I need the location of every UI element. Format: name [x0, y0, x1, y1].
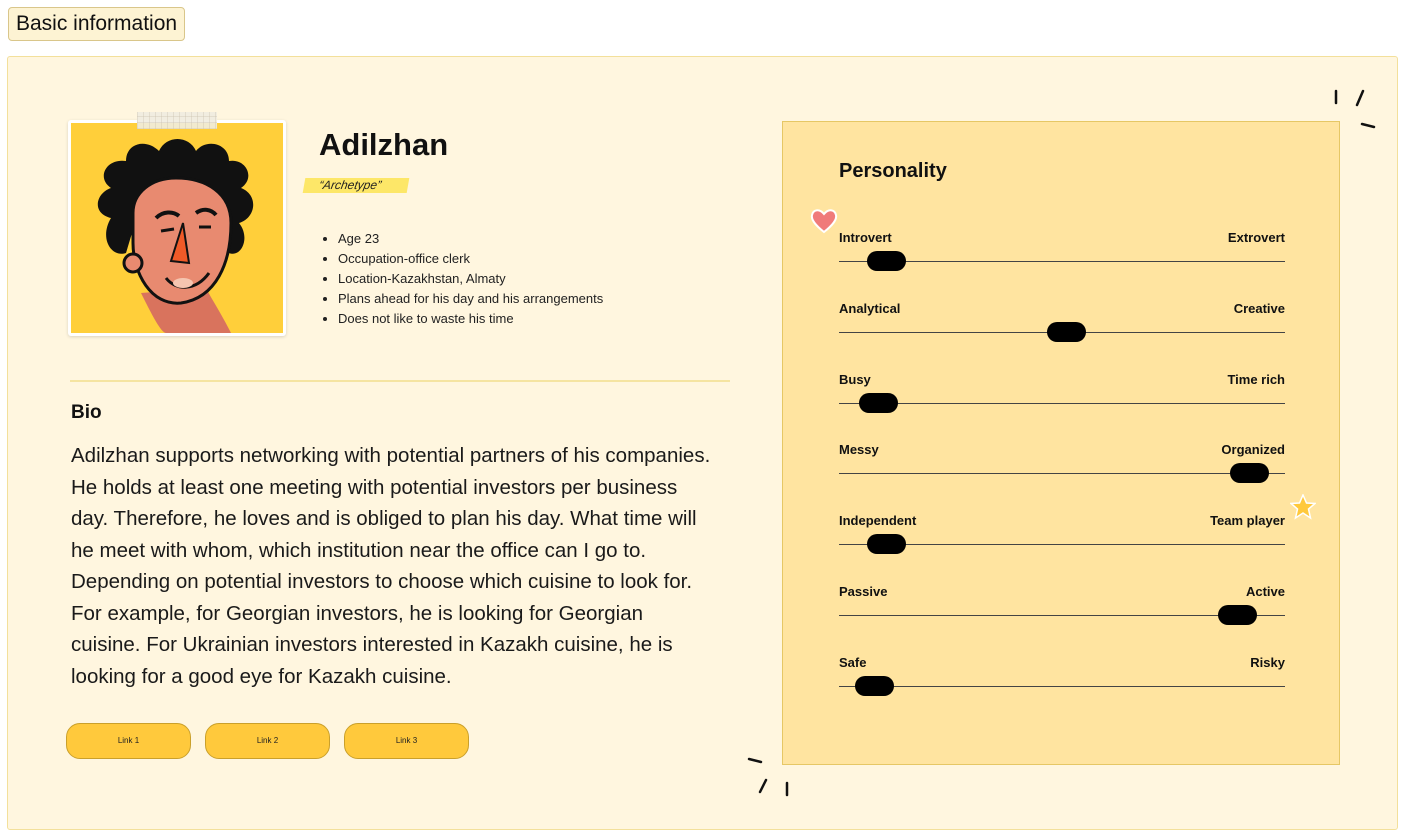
- trait-left-label: Introvert: [839, 230, 892, 245]
- personality-card: Personality Introvert Extrovert Analytic…: [782, 121, 1340, 765]
- slider-track: [839, 473, 1285, 474]
- trait-right-label: Active: [1245, 584, 1285, 599]
- link-2-button[interactable]: Link 2: [205, 723, 330, 759]
- slider-knob[interactable]: [1046, 322, 1086, 342]
- fact-item: Occupation-office clerk: [338, 249, 603, 269]
- tape-decoration: [137, 112, 217, 129]
- fact-item: Does not like to waste his time: [338, 309, 603, 329]
- slider-knob[interactable]: [1217, 605, 1257, 625]
- trait-right-label: Time rich: [1227, 372, 1285, 387]
- trait-right-label: Risky: [1250, 655, 1285, 670]
- trait-left-label: Messy: [839, 442, 879, 457]
- link-1-button[interactable]: Link 1: [66, 723, 191, 759]
- star-icon: [1290, 494, 1316, 520]
- trait-left-label: Safe: [839, 655, 867, 670]
- section-tag[interactable]: Basic information: [8, 7, 186, 41]
- avatar-illustration: [71, 123, 283, 333]
- slider-knob[interactable]: [855, 676, 895, 696]
- fact-item: Age 23: [338, 229, 603, 249]
- trait-messy-organized: Messy Organized: [839, 442, 1285, 492]
- heart-icon: [810, 209, 838, 234]
- personality-title: Personality: [839, 160, 947, 182]
- trait-right-label: Team player: [1210, 513, 1285, 528]
- slider-knob[interactable]: [867, 251, 907, 271]
- trait-left-label: Passive: [839, 584, 888, 599]
- bio-title: Bio: [71, 402, 102, 423]
- trait-right-label: Extrovert: [1227, 230, 1285, 245]
- persona-facts: Age 23 Occupation-office clerk Location-…: [324, 229, 603, 329]
- persona-panel: Adilzhan “Archetype” Age 23 Occupation-o…: [7, 56, 1398, 830]
- divider: [70, 380, 730, 382]
- fact-item: Plans ahead for his day and his arrangem…: [338, 289, 603, 309]
- link-3-button[interactable]: Link 3: [344, 723, 469, 759]
- trait-passive-active: Passive Active: [839, 584, 1285, 634]
- trait-busy-timerich: Busy Time rich: [839, 372, 1285, 422]
- trait-left-label: Independent: [839, 513, 917, 528]
- archetype-label: “Archetype”: [302, 178, 410, 193]
- trait-right-label: Organized: [1221, 442, 1285, 457]
- trait-right-label: Creative: [1233, 301, 1285, 316]
- spark-lines-bottom-left-icon: [747, 757, 789, 797]
- avatar: [68, 120, 286, 336]
- trait-safe-risky: Safe Risky: [839, 655, 1285, 705]
- slider-knob[interactable]: [859, 393, 899, 413]
- slider-knob[interactable]: [867, 534, 907, 554]
- trait-analytical-creative: Analytical Creative: [839, 301, 1285, 351]
- bio-text: Adilzhan supports networking with potent…: [71, 444, 711, 688]
- slider-track: [839, 403, 1285, 404]
- trait-left-label: Analytical: [839, 301, 901, 316]
- slider-knob[interactable]: [1229, 463, 1269, 483]
- trait-left-label: Busy: [839, 372, 871, 387]
- spark-lines-top-right-icon: [1334, 89, 1376, 129]
- trait-independent-teamplayer: Independent Team player: [839, 513, 1285, 563]
- slider-track: [839, 686, 1285, 687]
- fact-item: Location-Kazakhstan, Almaty: [338, 269, 603, 289]
- persona-name: Adilzhan: [319, 127, 449, 162]
- trait-introvert-extrovert: Introvert Extrovert: [839, 230, 1285, 280]
